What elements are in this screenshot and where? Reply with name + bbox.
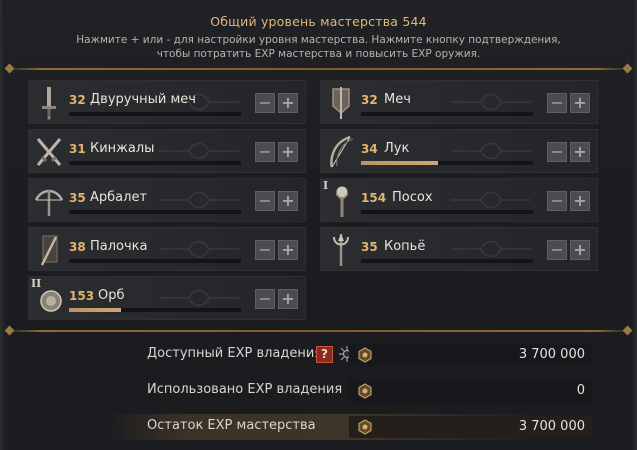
weapon-progress <box>361 112 533 116</box>
weapon-name: Посох <box>392 190 433 205</box>
sword-icon <box>325 85 357 121</box>
available-exp-label: Доступный EXP владения <box>147 346 323 361</box>
weapon-name: Копьё <box>384 239 426 254</box>
exp-coin-icon <box>358 347 372 363</box>
weapon-card-spear: 35 Копьё − + <box>320 227 598 271</box>
weapon-card-staff: I 154 Посох − + <box>320 178 598 222</box>
weapon-level: 34 <box>361 142 378 156</box>
weapon-name: Арбалет <box>90 190 148 205</box>
mastery-panel: Общий уровень мастерства 544 Нажмите + и… <box>0 0 637 450</box>
instructions-line-2: чтобы потратить EXP мастерства и повысит… <box>156 48 481 60</box>
decrease-button[interactable]: − <box>255 142 275 162</box>
used-exp-value: 0 <box>576 383 585 398</box>
weapon-level: 38 <box>69 240 86 254</box>
crossbow-icon <box>33 183 65 219</box>
header: Общий уровень мастерства 544 Нажмите + и… <box>0 14 637 61</box>
bow-icon <box>325 134 357 170</box>
exp-coin-icon <box>358 419 372 435</box>
weapon-progress <box>69 308 241 312</box>
weapon-name: Палочка <box>90 239 148 254</box>
decrease-button[interactable]: − <box>255 289 275 309</box>
weapon-name: Орб <box>98 288 125 303</box>
weapon-level: 154 <box>361 191 387 205</box>
ornament-watermark <box>451 240 531 258</box>
increase-button[interactable]: + <box>278 142 298 162</box>
weapon-card-daggers: 31 Кинжалы − + <box>28 129 306 173</box>
weapon-name: Кинжалы <box>90 141 155 156</box>
tier-mark: I <box>323 179 329 192</box>
weapon-card-bow: 34 Лук − + <box>320 129 598 173</box>
ornament-watermark <box>159 289 239 307</box>
ornament-watermark <box>451 142 531 160</box>
decrease-button[interactable]: − <box>547 142 567 162</box>
weapon-name: Лук <box>384 141 410 156</box>
weapon-level: 35 <box>69 191 86 205</box>
weapon-level: 153 <box>69 289 95 303</box>
weapon-card-sword: 32 Меч − + <box>320 80 598 124</box>
decrease-button[interactable]: − <box>547 240 567 260</box>
weapon-progress <box>361 210 533 214</box>
weapon-progress-fill <box>69 308 121 312</box>
decrease-button[interactable]: − <box>255 93 275 113</box>
used-exp-box: 0 <box>349 380 593 402</box>
tier-mark: II <box>31 277 42 290</box>
weapon-card-orb: II 153 Орб − + <box>28 276 306 320</box>
weapon-level: 35 <box>361 240 378 254</box>
exp-coin-icon <box>358 383 372 399</box>
wand-icon <box>33 232 65 268</box>
weapon-grid: 32 Двуручный меч − + 32 Меч − + 31 Кинжа <box>28 80 600 330</box>
decrease-button[interactable]: − <box>547 93 567 113</box>
weapon-progress-fill <box>361 161 439 165</box>
ornament-watermark <box>451 93 531 111</box>
used-exp-label: Использовано EXP владения <box>147 382 343 397</box>
remaining-exp-row: Остаток EXP мастерства 3 700 000 <box>105 414 593 440</box>
ornament-watermark <box>451 191 531 209</box>
spear-icon <box>325 232 357 268</box>
page-title: Общий уровень мастерства 544 <box>210 14 427 29</box>
weapon-progress <box>69 112 241 116</box>
available-exp-box: 3 700 000 <box>349 344 593 366</box>
weapon-progress <box>69 161 241 165</box>
weapon-card-wand: 38 Палочка − + <box>28 227 306 271</box>
weapon-level: 31 <box>69 142 86 156</box>
increase-button[interactable]: + <box>278 289 298 309</box>
remaining-exp-label: Остаток EXP мастерства <box>147 418 316 433</box>
weapon-progress <box>69 259 241 263</box>
remaining-exp-box: 3 700 000 <box>349 416 593 438</box>
available-exp-value: 3 700 000 <box>518 347 585 362</box>
weapon-name: Меч <box>384 92 411 107</box>
increase-button[interactable]: + <box>278 191 298 211</box>
instructions: Нажмите + или - для настройки уровня мас… <box>0 33 637 61</box>
instructions-line-1: Нажмите + или - для настройки уровня мас… <box>76 34 561 46</box>
weapon-progress <box>69 210 241 214</box>
decrease-button[interactable]: − <box>547 191 567 211</box>
increase-button[interactable]: + <box>570 191 590 211</box>
top-divider <box>4 68 633 70</box>
weapon-card-crossbow: 35 Арбалет − + <box>28 178 306 222</box>
available-exp-row: Доступный EXP владения ? 3 700 000 <box>105 342 593 368</box>
weapon-level: 32 <box>69 93 86 107</box>
greatsword-icon <box>33 85 65 121</box>
ornament-watermark <box>159 191 239 209</box>
weapon-progress <box>361 259 533 263</box>
increase-button[interactable]: + <box>570 93 590 113</box>
bottom-divider <box>4 330 633 332</box>
help-icon[interactable]: ? <box>316 346 333 363</box>
weapon-level: 32 <box>361 93 378 107</box>
weapon-name: Двуручный меч <box>90 92 196 107</box>
daggers-icon <box>33 134 65 170</box>
staff-icon <box>325 183 357 219</box>
ornament-watermark <box>159 240 239 258</box>
decrease-button[interactable]: − <box>255 240 275 260</box>
decrease-button[interactable]: − <box>255 191 275 211</box>
weapon-progress <box>361 161 533 165</box>
remaining-exp-value: 3 700 000 <box>518 419 585 434</box>
ornament-watermark <box>159 142 239 160</box>
weapon-card-greatsword: 32 Двуручный меч − + <box>28 80 306 124</box>
increase-button[interactable]: + <box>278 93 298 113</box>
increase-button[interactable]: + <box>570 142 590 162</box>
used-exp-row: Использовано EXP владения 0 <box>105 378 593 404</box>
increase-button[interactable]: + <box>570 240 590 260</box>
increase-button[interactable]: + <box>278 240 298 260</box>
